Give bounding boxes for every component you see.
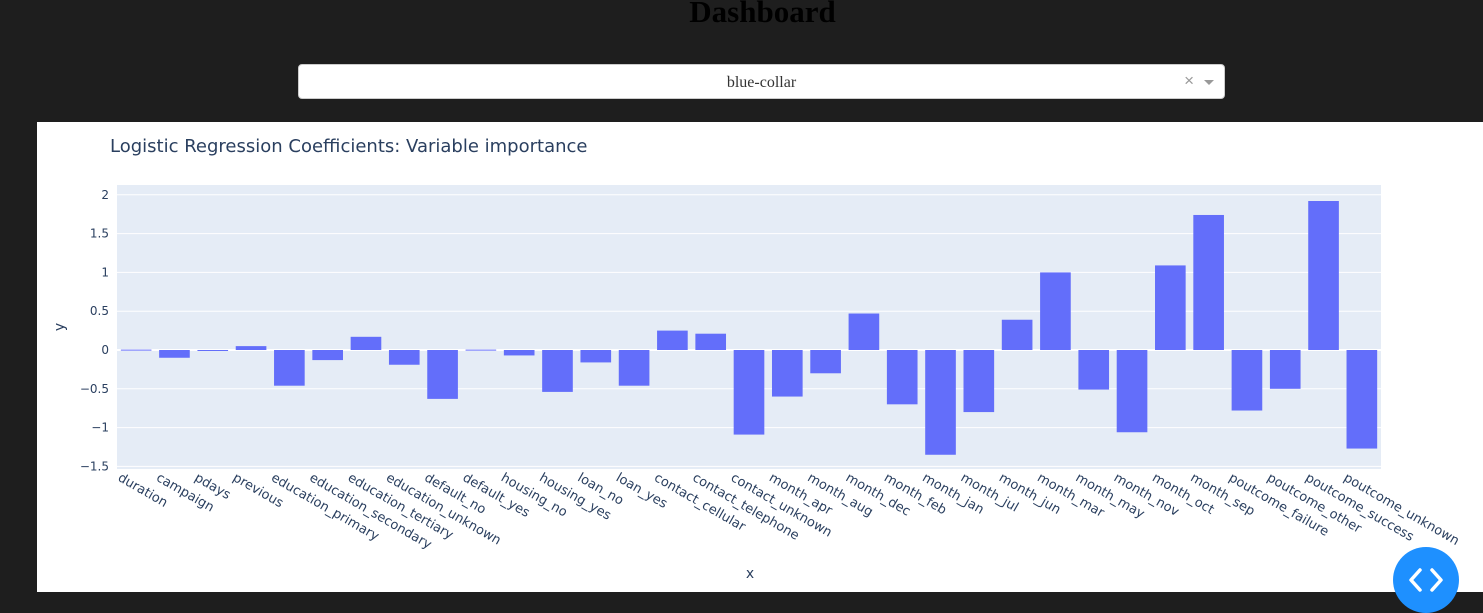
bar [1116, 350, 1148, 433]
y-tick-label: −0.5 [80, 382, 109, 396]
code-icon [1409, 568, 1443, 592]
bar [350, 336, 382, 350]
bar [388, 350, 420, 365]
dropdown-selected-value: blue-collar [726, 74, 797, 91]
y-tick-label: 0 [101, 343, 109, 357]
bar [695, 333, 727, 350]
bar [1269, 350, 1301, 389]
bar [657, 330, 688, 350]
chevron-down-icon[interactable] [1204, 80, 1214, 85]
y-tick-label: −1 [91, 421, 109, 435]
bar [120, 349, 152, 351]
bar [618, 350, 650, 386]
page-title: Dashboard [689, 0, 836, 29]
bar [503, 350, 535, 356]
y-tick-label: −1.5 [80, 459, 109, 473]
bar [159, 350, 190, 358]
code-toggle-button[interactable] [1393, 547, 1459, 613]
bar [427, 350, 458, 399]
bar [197, 350, 229, 351]
y-tick-label: 0.5 [90, 304, 109, 318]
bar [963, 350, 995, 413]
bar [1001, 319, 1033, 350]
bar [1308, 201, 1339, 350]
chart-panel: Logistic Regression Coefficients: Variab… [37, 122, 1483, 592]
bar [580, 350, 612, 363]
bar [1040, 272, 1071, 350]
bar [810, 350, 841, 374]
y-axis-title: y [52, 323, 68, 331]
x-axis-title: x [746, 566, 754, 582]
bar [1346, 350, 1378, 449]
y-tick-label: 2 [101, 188, 109, 202]
job-dropdown[interactable]: blue-collar × [298, 64, 1225, 99]
bar [1078, 350, 1110, 390]
bar [235, 346, 267, 350]
y-tick-label: 1 [101, 265, 109, 279]
bar [274, 350, 305, 386]
bar [312, 350, 343, 361]
bar [886, 350, 918, 405]
clear-icon[interactable]: × [1184, 71, 1194, 91]
bar [848, 313, 880, 350]
bar [542, 350, 573, 392]
bar [1231, 350, 1263, 411]
bar [733, 350, 765, 435]
bar [1193, 214, 1224, 350]
bar [771, 350, 803, 397]
bar-chart: 21.510.50−0.5−1−1.5durationcampaignpdays… [52, 185, 1462, 582]
bar [1155, 265, 1186, 350]
bar [925, 350, 956, 455]
bar [465, 349, 497, 351]
y-tick-label: 1.5 [90, 227, 109, 241]
